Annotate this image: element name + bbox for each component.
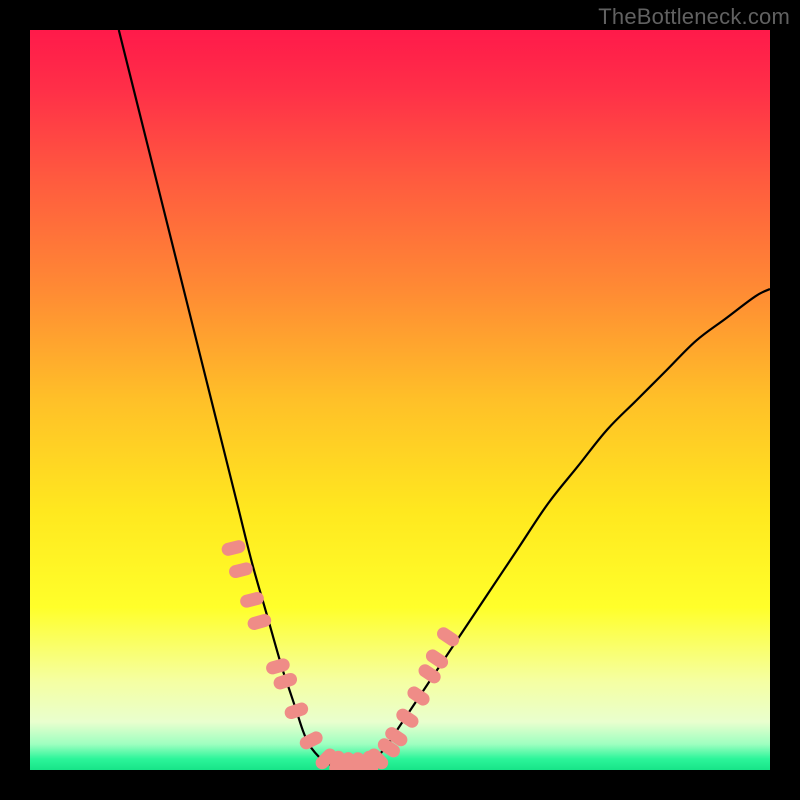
gradient-background bbox=[30, 30, 770, 770]
plot-area bbox=[30, 30, 770, 770]
chart-frame: TheBottleneck.com bbox=[0, 0, 800, 800]
watermark-text: TheBottleneck.com bbox=[598, 4, 790, 30]
bottleneck-chart bbox=[30, 30, 770, 770]
